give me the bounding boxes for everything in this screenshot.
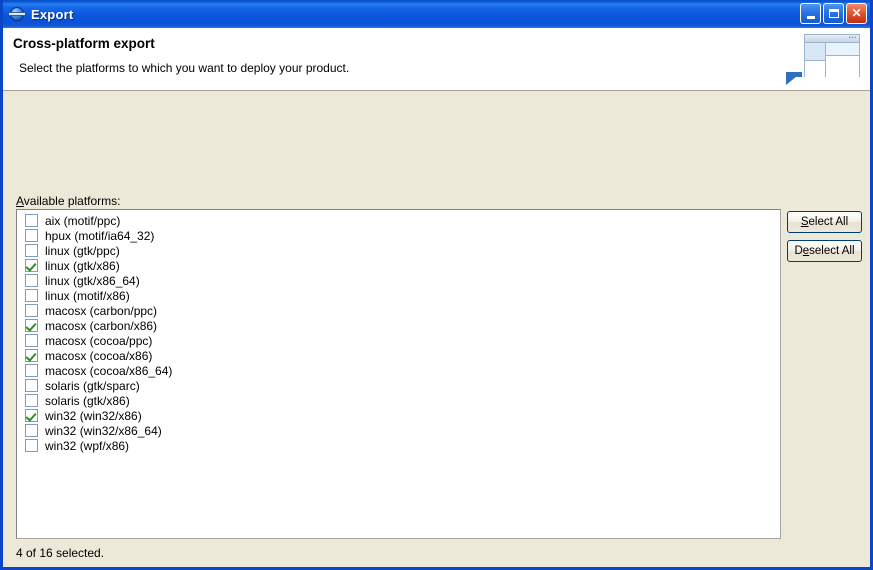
platform-row[interactable]: hpux (motif/ia64_32) (17, 228, 780, 243)
platform-label: win32 (win32/x86_64) (45, 423, 162, 438)
platform-label: macosx (cocoa/x86_64) (45, 363, 173, 378)
platform-label: solaris (gtk/sparc) (45, 378, 140, 393)
export-dialog-window: Export ✕ Cross-platform export Select th… (0, 0, 873, 570)
platform-row[interactable]: win32 (wpf/x86) (17, 438, 780, 453)
platform-row[interactable]: macosx (cocoa/x86) (17, 348, 780, 363)
export-globe-icon (9, 6, 25, 22)
available-platforms-label: Available platforms: (16, 194, 121, 208)
page-description: Select the platforms to which you want t… (19, 61, 350, 75)
platform-list[interactable]: aix (motif/ppc) hpux (motif/ia64_32) linux… (16, 209, 781, 539)
label-mnemonic: A (16, 194, 24, 208)
platform-row[interactable]: aix (motif/ppc) (17, 213, 780, 228)
checkbox-unchecked-icon[interactable] (25, 394, 38, 407)
checkbox-unchecked-icon[interactable] (25, 289, 38, 302)
close-button[interactable]: ✕ (846, 3, 867, 24)
maximize-button[interactable] (823, 3, 844, 24)
window-title: Export (31, 6, 74, 22)
minimize-icon (806, 15, 815, 19)
deselect-all-prefix: D (794, 245, 803, 257)
select-all-label: elect All (808, 216, 849, 228)
checkbox-unchecked-icon[interactable] (25, 274, 38, 287)
title-bar: Export ✕ (3, 0, 870, 28)
checkbox-checked-icon[interactable] (25, 409, 38, 422)
platform-label: macosx (carbon/x86) (45, 318, 158, 333)
platform-label: macosx (cocoa/ppc) (45, 333, 153, 348)
platform-row[interactable]: linux (motif/x86) (17, 288, 780, 303)
platform-label: macosx (carbon/ppc) (45, 303, 158, 318)
deselect-all-label: select All (809, 245, 855, 257)
checkbox-unchecked-icon[interactable] (25, 334, 38, 347)
platform-row[interactable]: macosx (carbon/ppc) (17, 303, 780, 318)
platform-row[interactable]: win32 (win32/x86) (17, 408, 780, 423)
window-controls: ✕ (800, 3, 867, 24)
platform-label: win32 (win32/x86) (45, 408, 142, 423)
platform-label: hpux (motif/ia64_32) (45, 228, 155, 243)
platform-row[interactable]: linux (gtk/x86_64) (17, 273, 780, 288)
platform-row[interactable]: macosx (cocoa/ppc) (17, 333, 780, 348)
checkbox-unchecked-icon[interactable] (25, 364, 38, 377)
platform-row[interactable]: win32 (win32/x86_64) (17, 423, 780, 438)
platform-label: linux (gtk/x86) (45, 258, 120, 273)
dialog-body: Available platforms: aix (motif/ppc) hpux… (3, 91, 870, 565)
platform-row[interactable]: linux (gtk/x86) (17, 258, 780, 273)
deselect-all-button[interactable]: De select All (787, 240, 862, 262)
wizard-header: Cross-platform export Select the platfor… (3, 28, 870, 91)
platform-label: solaris (gtk/x86) (45, 393, 130, 408)
platform-row[interactable]: solaris (gtk/sparc) (17, 378, 780, 393)
platform-row[interactable]: macosx (carbon/x86) (17, 318, 780, 333)
checkbox-unchecked-icon[interactable] (25, 304, 38, 317)
label-rest: vailable platforms: (23, 194, 121, 208)
checkbox-unchecked-icon[interactable] (25, 244, 38, 257)
checkbox-unchecked-icon[interactable] (25, 439, 38, 452)
checkbox-unchecked-icon[interactable] (25, 379, 38, 392)
checkbox-checked-icon[interactable] (25, 319, 38, 332)
wizard-banner-icon: ••• (778, 28, 864, 90)
select-all-mnemonic: S (800, 216, 809, 228)
checkbox-unchecked-icon[interactable] (25, 424, 38, 437)
checkbox-checked-icon[interactable] (25, 349, 38, 362)
select-all-button[interactable]: Select All (787, 211, 862, 233)
checkbox-unchecked-icon[interactable] (25, 229, 38, 242)
platform-row[interactable]: linux (gtk/ppc) (17, 243, 780, 258)
platform-row[interactable]: solaris (gtk/x86) (17, 393, 780, 408)
maximize-icon (828, 9, 839, 18)
platform-label: linux (gtk/ppc) (45, 243, 120, 258)
page-title: Cross-platform export (13, 36, 155, 51)
platform-label: win32 (wpf/x86) (45, 438, 130, 453)
platform-label: macosx (cocoa/x86) (45, 348, 153, 363)
close-icon: ✕ (851, 6, 862, 20)
platform-label: linux (motif/x86) (45, 288, 130, 303)
checkbox-unchecked-icon[interactable] (25, 214, 38, 227)
minimize-button[interactable] (800, 3, 821, 24)
platform-row[interactable]: macosx (cocoa/x86_64) (17, 363, 780, 378)
selection-status: 4 of 16 selected. (16, 546, 105, 560)
checkbox-checked-icon[interactable] (25, 259, 38, 272)
platform-label: aix (motif/ppc) (45, 213, 121, 228)
platform-label: linux (gtk/x86_64) (45, 273, 140, 288)
